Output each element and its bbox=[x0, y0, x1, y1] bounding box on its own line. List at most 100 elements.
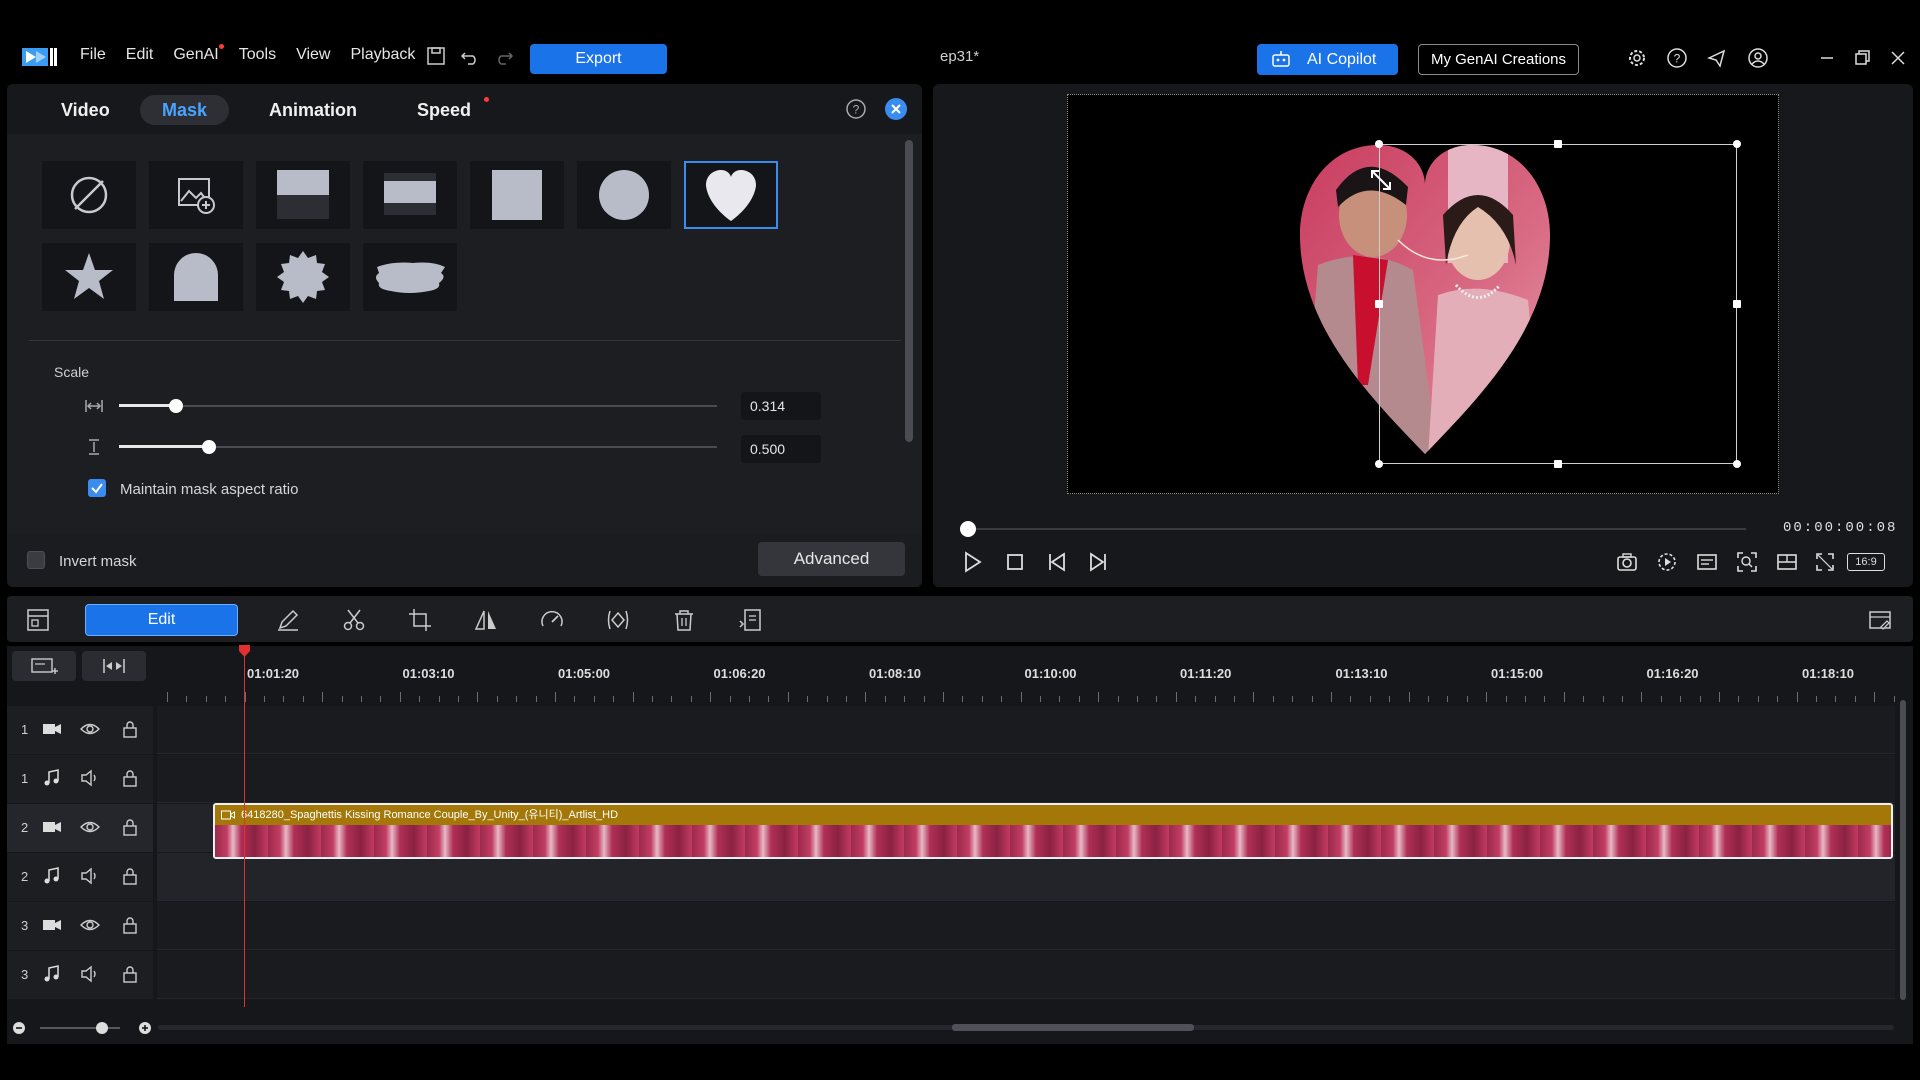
speaker-icon[interactable] bbox=[79, 964, 101, 984]
crop-icon[interactable] bbox=[407, 607, 433, 633]
zoom-preview-icon[interactable] bbox=[1735, 550, 1759, 574]
handle-middle-left[interactable] bbox=[1375, 300, 1383, 308]
track-row-audio-3[interactable] bbox=[157, 951, 1895, 999]
export-button[interactable]: Export bbox=[530, 44, 667, 74]
playback-progress-track[interactable] bbox=[966, 528, 1746, 530]
redo-icon[interactable] bbox=[493, 45, 515, 67]
playback-progress-knob[interactable] bbox=[960, 521, 976, 537]
menu-genai[interactable]: GenAI bbox=[173, 44, 225, 64]
video-clip[interactable]: 6418280_Spaghettis Kissing Romance Coupl… bbox=[213, 803, 1893, 859]
minimize-icon[interactable] bbox=[1816, 47, 1838, 69]
width-value-field[interactable]: 0.314 bbox=[741, 392, 821, 420]
menu-edit[interactable]: Edit bbox=[126, 46, 154, 64]
handle-bottom-left[interactable] bbox=[1375, 460, 1383, 468]
speed-gauge-icon[interactable] bbox=[539, 607, 565, 633]
timeline-view-icon[interactable] bbox=[25, 607, 51, 633]
aspect-ratio-button[interactable]: 16:9 bbox=[1847, 553, 1885, 571]
speaker-icon[interactable] bbox=[79, 768, 101, 788]
mask-band-button[interactable] bbox=[363, 161, 457, 229]
mask-circle-button[interactable] bbox=[577, 161, 671, 229]
account-icon[interactable] bbox=[1747, 47, 1769, 69]
height-scale-slider[interactable] bbox=[85, 435, 725, 459]
scissors-icon[interactable] bbox=[341, 607, 367, 633]
panel-scrollbar[interactable] bbox=[905, 140, 913, 442]
panel-help-icon[interactable]: ? bbox=[845, 98, 867, 120]
track-row-audio-2[interactable] bbox=[157, 853, 1895, 901]
play-icon[interactable] bbox=[960, 550, 984, 574]
width-slider-knob[interactable] bbox=[169, 399, 183, 413]
track-row-video-3[interactable] bbox=[157, 902, 1895, 950]
ai-copilot-button[interactable]: AI Copilot bbox=[1257, 44, 1398, 75]
handle-top-right[interactable] bbox=[1733, 140, 1741, 148]
tab-animation[interactable]: Animation bbox=[247, 95, 379, 125]
layout-grid-icon[interactable] bbox=[1775, 550, 1799, 574]
width-scale-slider[interactable] bbox=[85, 394, 725, 418]
lock-icon[interactable] bbox=[119, 817, 141, 837]
menu-tools[interactable]: Tools bbox=[239, 46, 276, 64]
advanced-button[interactable]: Advanced bbox=[758, 542, 905, 576]
undo-icon[interactable] bbox=[459, 45, 481, 67]
width-slider-track[interactable] bbox=[119, 405, 717, 407]
timeline-ruler[interactable]: 01:01:20 01:03:10 01:05:00 01:06:20 01:08:10… bbox=[157, 646, 1913, 706]
visibility-eye-icon[interactable] bbox=[79, 817, 101, 837]
settings-gear-icon[interactable] bbox=[1626, 47, 1648, 69]
lock-icon[interactable] bbox=[119, 915, 141, 935]
tab-mask[interactable]: Mask bbox=[140, 95, 230, 125]
zoom-slider-track[interactable] bbox=[40, 1027, 120, 1029]
save-icon[interactable] bbox=[425, 45, 447, 67]
lock-icon[interactable] bbox=[119, 768, 141, 788]
edit-button[interactable]: Edit bbox=[85, 604, 238, 636]
help-icon[interactable]: ? bbox=[1666, 47, 1688, 69]
restore-icon[interactable] bbox=[1851, 47, 1873, 69]
timeline-vertical-scrollbar[interactable] bbox=[1900, 700, 1906, 1000]
mask-half-top-button[interactable] bbox=[256, 161, 350, 229]
handle-top-middle[interactable] bbox=[1554, 140, 1562, 148]
handle-bottom-right[interactable] bbox=[1733, 460, 1741, 468]
handle-bottom-middle[interactable] bbox=[1554, 460, 1562, 468]
mask-square-button[interactable] bbox=[470, 161, 564, 229]
height-slider-knob[interactable] bbox=[202, 440, 216, 454]
mask-arch-button[interactable] bbox=[149, 243, 243, 311]
lock-icon[interactable] bbox=[119, 866, 141, 886]
mask-image-button[interactable] bbox=[149, 161, 243, 229]
track-row-video-1[interactable] bbox=[157, 706, 1895, 754]
subtitles-icon[interactable] bbox=[1695, 550, 1719, 574]
stop-icon[interactable] bbox=[1003, 550, 1027, 574]
timeline-horizontal-scroll-thumb[interactable] bbox=[952, 1024, 1194, 1031]
delete-trash-icon[interactable] bbox=[671, 607, 697, 633]
preview-quality-icon[interactable] bbox=[1655, 550, 1679, 574]
pen-edit-icon[interactable] bbox=[275, 607, 301, 633]
zoom-slider-knob[interactable] bbox=[96, 1022, 108, 1034]
maintain-aspect-checkbox[interactable] bbox=[88, 479, 106, 497]
menu-playback[interactable]: Playback bbox=[350, 46, 415, 64]
handle-top-left[interactable] bbox=[1375, 140, 1383, 148]
lock-icon[interactable] bbox=[119, 719, 141, 739]
zoom-out-icon[interactable] bbox=[12, 1021, 26, 1035]
tools-menu-icon[interactable] bbox=[737, 607, 763, 633]
tab-video[interactable]: Video bbox=[39, 95, 132, 125]
mask-none-button[interactable] bbox=[42, 161, 136, 229]
previous-frame-icon[interactable] bbox=[1045, 550, 1069, 574]
mask-star-button[interactable] bbox=[42, 243, 136, 311]
mask-brush-button[interactable] bbox=[363, 243, 457, 311]
panel-close-icon[interactable] bbox=[885, 98, 907, 120]
visibility-eye-icon[interactable] bbox=[79, 915, 101, 935]
fit-timeline-button[interactable] bbox=[82, 651, 146, 681]
height-value-field[interactable]: 0.500 bbox=[741, 435, 821, 463]
my-genai-creations-button[interactable]: My GenAI Creations bbox=[1418, 44, 1579, 75]
track-manager-button[interactable] bbox=[12, 651, 76, 681]
lock-icon[interactable] bbox=[119, 964, 141, 984]
menu-file[interactable]: File bbox=[80, 46, 106, 64]
preview-canvas[interactable] bbox=[1067, 94, 1779, 494]
invert-mask-checkbox[interactable] bbox=[27, 551, 45, 569]
visibility-eye-icon[interactable] bbox=[79, 719, 101, 739]
mask-badge-button[interactable] bbox=[256, 243, 350, 311]
timeline-settings-icon[interactable] bbox=[1867, 607, 1893, 633]
mask-heart-button[interactable] bbox=[684, 161, 778, 229]
zoom-in-icon[interactable] bbox=[138, 1021, 152, 1035]
speaker-icon[interactable] bbox=[79, 866, 101, 886]
selection-bounding-box[interactable] bbox=[1379, 144, 1737, 464]
fullscreen-icon[interactable] bbox=[1813, 550, 1837, 574]
flip-icon[interactable] bbox=[473, 607, 499, 633]
next-frame-icon[interactable] bbox=[1086, 550, 1110, 574]
